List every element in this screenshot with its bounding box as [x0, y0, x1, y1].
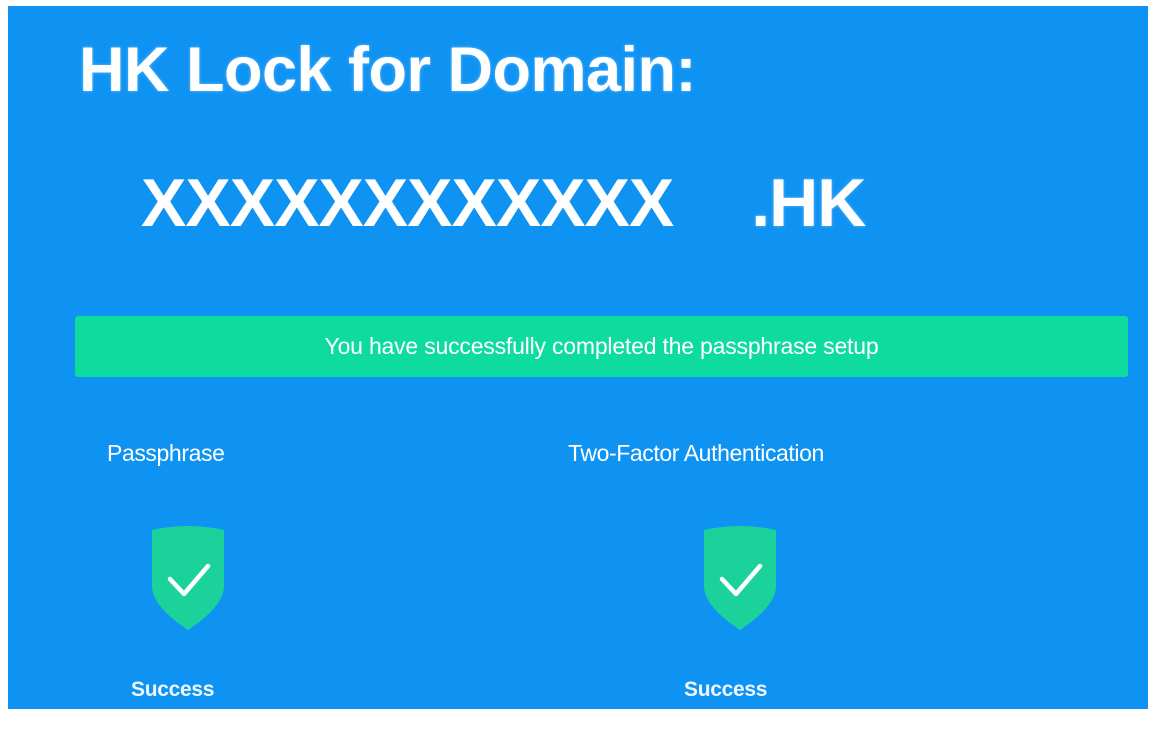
success-banner: You have successfully completed the pass…: [75, 316, 1128, 377]
shield-check-icon: [704, 526, 776, 630]
success-message: You have successfully completed the pass…: [324, 333, 879, 359]
domain-suffix: .HK: [751, 165, 866, 241]
shield-check-icon: [152, 526, 224, 630]
domain-display: XXXXXXXXXXXX .HK: [141, 164, 866, 244]
passphrase-label: Passphrase: [107, 440, 225, 466]
domain-name: XXXXXXXXXXXX: [141, 165, 674, 241]
passphrase-status: Success: [131, 678, 215, 701]
hk-lock-panel: HK Lock for Domain: XXXXXXXXXXXX .HK You …: [8, 6, 1148, 709]
page-title: HK Lock for Domain:: [79, 35, 697, 105]
two-factor-label: Two-Factor Authentication: [568, 440, 824, 466]
two-factor-status: Success: [684, 678, 768, 701]
